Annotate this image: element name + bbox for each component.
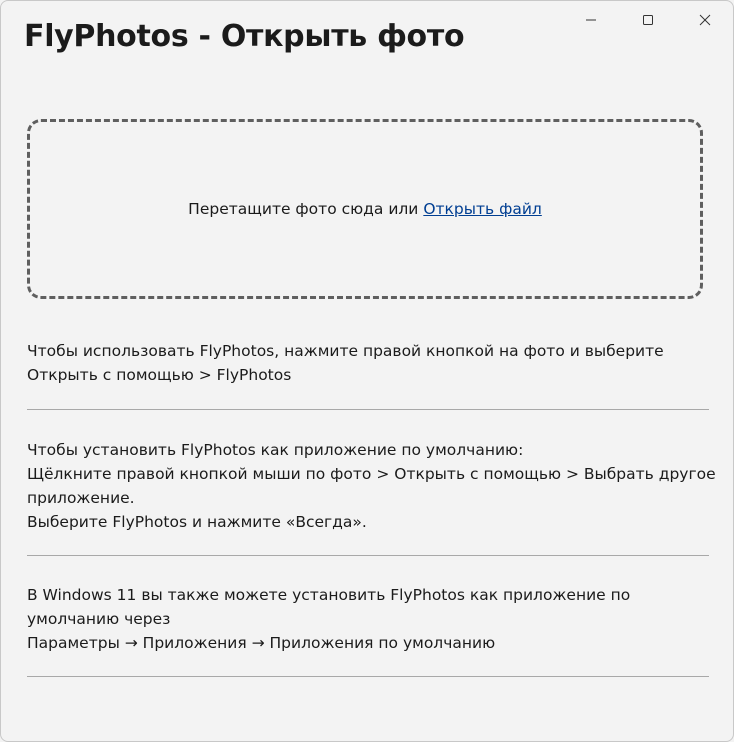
default-app-instructions: Чтобы установить FlyPhotos как приложени… [27, 438, 717, 534]
default-app-line-1: Чтобы установить FlyPhotos как приложени… [27, 441, 524, 459]
maximize-button[interactable] [619, 1, 676, 39]
usage-instructions: Чтобы использовать FlyPhotos, нажмите пр… [27, 339, 717, 387]
windows11-line-1: В Windows 11 вы также можете установить … [27, 586, 631, 604]
page-title: FlyPhotos - Открыть фото [24, 19, 465, 54]
windows11-line-3: Параметры → Приложения → Приложения по у… [27, 634, 496, 652]
divider [27, 555, 709, 556]
divider [27, 676, 709, 677]
usage-line-2: Открыть с помощью > FlyPhotos [27, 366, 292, 384]
default-app-line-4: Выберите FlyPhotos и нажмите «Всегда». [27, 513, 367, 531]
usage-line-1: Чтобы использовать FlyPhotos, нажмите пр… [27, 342, 664, 360]
minimize-icon [585, 19, 596, 21]
close-icon [699, 14, 710, 26]
windows11-line-2: умолчанию через [27, 610, 171, 628]
open-file-link[interactable]: Открыть файл [423, 200, 542, 218]
default-app-line-3: приложение. [27, 489, 135, 507]
default-app-line-2: Щёлкните правой кнопкой мыши по фото > О… [27, 465, 716, 483]
maximize-icon [642, 15, 653, 25]
minimize-button[interactable] [562, 1, 619, 39]
windows11-instructions: В Windows 11 вы также можете установить … [27, 583, 717, 655]
drop-zone-prompt: Перетащите фото сюда или [188, 200, 424, 218]
close-button[interactable] [676, 1, 733, 39]
app-window: FlyPhotos - Открыть фото Перетащите фото… [0, 0, 734, 742]
window-caption-buttons [562, 1, 733, 39]
photo-drop-zone[interactable]: Перетащите фото сюда или Открыть файл [27, 119, 703, 299]
divider [27, 409, 709, 410]
